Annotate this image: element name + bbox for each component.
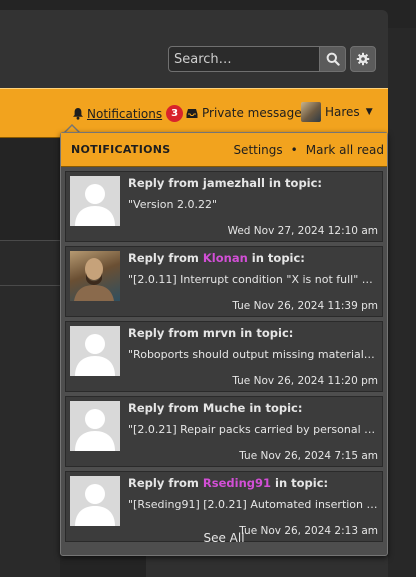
- notification-subject: "Roboports should output missing materia…: [128, 348, 378, 361]
- dropdown-actions: Settings • Mark all read: [233, 143, 384, 157]
- default-avatar-icon: [70, 476, 120, 526]
- notification-time: Tue Nov 26, 2024 11:20 pm: [232, 375, 378, 387]
- search-button[interactable]: [320, 46, 346, 72]
- notification-item[interactable]: Reply from Klonan in topic: "[2.0.11] In…: [65, 246, 383, 317]
- notifications-link[interactable]: Notifications 3: [72, 105, 184, 122]
- bell-icon: [73, 108, 83, 120]
- private-messages-label: Private messages: [202, 106, 308, 120]
- caret-down-icon: ▼: [365, 107, 373, 117]
- notification-title: Reply from jamezhall in topic:: [128, 176, 323, 190]
- inbox-icon: [186, 108, 198, 118]
- dropdown-title: NOTIFICATIONS: [71, 143, 171, 156]
- author-name: jamezhall: [202, 176, 265, 190]
- notification-text: Reply from Muche in topic: "[2.0.21] Rep…: [128, 401, 378, 436]
- user-menu[interactable]: Hares ▼: [301, 102, 373, 122]
- author-name: Rseding91: [202, 476, 271, 490]
- notification-item[interactable]: Reply from jamezhall in topic: "Version …: [65, 171, 383, 242]
- mark-all-read-link[interactable]: Mark all read: [306, 143, 384, 157]
- dropdown-header: NOTIFICATIONS Settings • Mark all read: [61, 133, 387, 167]
- page-bottom-panel: [146, 556, 388, 577]
- notification-subject: "[2.0.21] Repair packs carried by person…: [128, 423, 378, 436]
- notification-title: Reply from Rseding91 in topic:: [128, 476, 329, 490]
- notification-subject: "[2.0.11] Interrupt condition "X is not …: [128, 273, 378, 286]
- default-avatar-icon: [70, 401, 120, 451]
- page-right-column: [388, 28, 416, 577]
- notification-text: Reply from Rseding91 in topic: "[Rseding…: [128, 476, 378, 511]
- author-name: mrvn: [202, 326, 237, 340]
- notification-item[interactable]: Reply from mrvn in topic: "Roboports sho…: [65, 321, 383, 392]
- search-bar: [168, 46, 376, 72]
- page-left-strip: [0, 240, 60, 577]
- author-name: Muche: [202, 401, 246, 415]
- author-name: Klonan: [202, 251, 248, 265]
- search-icon: [326, 52, 340, 66]
- author-avatar: [70, 251, 120, 301]
- default-avatar-icon: [70, 326, 120, 376]
- separator-dot: •: [290, 142, 298, 157]
- notification-title: Reply from mrvn in topic:: [128, 326, 294, 340]
- settings-link[interactable]: Settings: [233, 143, 282, 157]
- see-all-link[interactable]: See All: [61, 521, 387, 555]
- user-avatar: [301, 102, 321, 122]
- notification-time: Wed Nov 27, 2024 12:10 am: [227, 225, 378, 237]
- notification-subject: "Version 2.0.22": [128, 198, 218, 211]
- notifications-label: Notifications: [87, 106, 163, 121]
- notification-title: Reply from Muche in topic:: [128, 401, 303, 415]
- notification-text: Reply from Klonan in topic: "[2.0.11] In…: [128, 251, 378, 286]
- notifications-count-badge: 3: [166, 105, 184, 122]
- search-input[interactable]: [168, 46, 320, 72]
- notification-time: Tue Nov 26, 2024 7:15 am: [239, 450, 378, 462]
- username: Hares: [325, 105, 360, 119]
- notification-time: Tue Nov 26, 2024 11:39 pm: [232, 300, 378, 312]
- notifications-dropdown: NOTIFICATIONS Settings • Mark all read R…: [60, 132, 388, 556]
- notification-subject: "[Rseding91] [2.0.21] Automated insertio…: [128, 498, 378, 511]
- notification-item[interactable]: Reply from Muche in topic: "[2.0.21] Rep…: [65, 396, 383, 467]
- gear-icon: [356, 52, 370, 66]
- default-avatar-icon: [70, 176, 120, 226]
- advanced-search-button[interactable]: [350, 46, 376, 72]
- private-messages-link[interactable]: Private messages: [186, 106, 308, 120]
- notification-text: Reply from jamezhall in topic: "Version …: [128, 176, 378, 211]
- notification-title: Reply from Klonan in topic:: [128, 251, 305, 265]
- notification-text: Reply from mrvn in topic: "Roboports sho…: [128, 326, 378, 361]
